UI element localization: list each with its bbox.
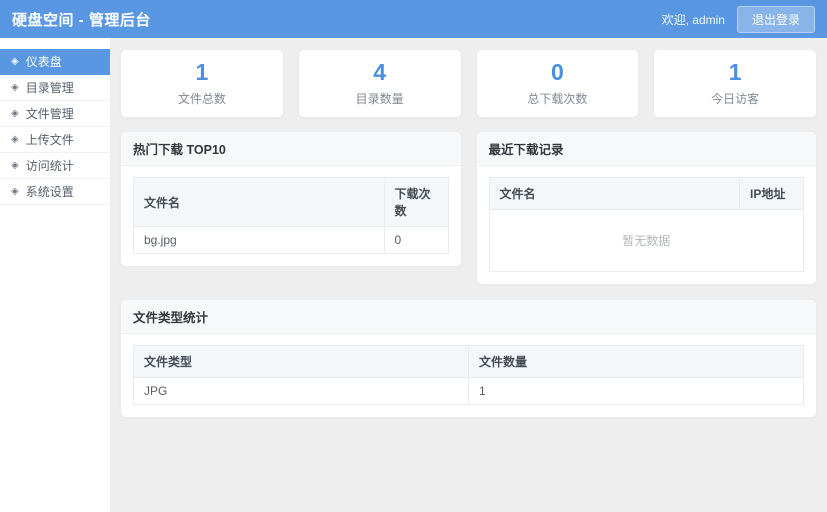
sidebar-item-label: 上传文件 bbox=[25, 133, 74, 147]
table-header-row: 文件名 IP地址 bbox=[488, 177, 804, 210]
main-layout: ◈ 仪表盘 ◈ 目录管理 ◈ 文件管理 ◈ 上传文件 ◈ 访问统计 ◈ 系统设置 1 文件总数 4 目录数量… bbox=[0, 38, 827, 512]
stat-value: 1 bbox=[728, 59, 742, 86]
diamond-icon: ◈ bbox=[11, 81, 19, 93]
sidebar-item-label: 仪表盘 bbox=[25, 55, 62, 69]
stat-label: 总下载次数 bbox=[527, 91, 588, 106]
stat-card-directory-count: 4 目录数量 bbox=[297, 49, 462, 118]
column-header: 文件类型 bbox=[133, 345, 469, 378]
app-title: 硬盘空间 - 管理后台 bbox=[12, 11, 151, 29]
column-header: 下载次数 bbox=[383, 177, 449, 227]
sidebar-item-label: 目录管理 bbox=[25, 81, 74, 95]
diamond-icon: ◈ bbox=[11, 185, 19, 197]
panel-title: 最近下载记录 bbox=[476, 132, 816, 166]
file-types-table: 文件类型 文件数量 JPG 1 bbox=[133, 345, 804, 405]
diamond-icon: ◈ bbox=[11, 133, 19, 145]
sidebar-item-upload-file[interactable]: ◈ 上传文件 bbox=[0, 127, 110, 153]
sidebar-item-directory-management[interactable]: ◈ 目录管理 bbox=[0, 75, 110, 101]
table-cell: 0 bbox=[383, 226, 449, 254]
content-area: 1 文件总数 4 目录数量 0 总下载次数 1 今日访客 热门下载 TOP10 文件名 下载次数… bbox=[110, 38, 827, 512]
column-header: IP地址 bbox=[739, 177, 804, 210]
stat-label: 今日访客 bbox=[711, 91, 760, 106]
sidebar-menu: ◈ 仪表盘 ◈ 目录管理 ◈ 文件管理 ◈ 上传文件 ◈ 访问统计 ◈ 系统设置 bbox=[0, 38, 110, 512]
table-row: bg.jpg 0 bbox=[133, 226, 449, 254]
table-cell: 1 bbox=[468, 377, 804, 405]
column-header: 文件名 bbox=[488, 177, 740, 210]
empty-state-text: 暂无数据 bbox=[488, 209, 804, 272]
panels-row: 热门下载 TOP10 文件名 下载次数 bg.jpg 0 最近下载记录 文件名 IP地址… bbox=[120, 131, 817, 285]
diamond-icon: ◈ bbox=[11, 107, 19, 119]
table-cell: bg.jpg bbox=[133, 226, 385, 254]
column-header: 文件名 bbox=[133, 177, 385, 227]
stat-value: 0 bbox=[550, 59, 564, 86]
stat-card-total-files: 1 文件总数 bbox=[120, 49, 284, 118]
stat-label: 目录数量 bbox=[355, 91, 404, 106]
hot-downloads-table: 文件名 下载次数 bg.jpg 0 bbox=[133, 177, 449, 254]
top-header: 硬盘空间 - 管理后台 欢迎, admin 退出登录 bbox=[0, 0, 827, 38]
table-row: JPG 1 bbox=[133, 377, 804, 405]
recent-downloads-table: 文件名 IP地址 暂无数据 bbox=[488, 177, 804, 272]
panel-body: 文件名 IP地址 暂无数据 bbox=[477, 166, 817, 284]
sidebar-item-file-management[interactable]: ◈ 文件管理 bbox=[0, 101, 110, 127]
panel-recent-downloads: 最近下载记录 文件名 IP地址 暂无数据 bbox=[475, 131, 817, 285]
sidebar-item-dashboard[interactable]: ◈ 仪表盘 bbox=[0, 49, 110, 75]
diamond-icon: ◈ bbox=[11, 55, 19, 67]
sidebar-item-system-settings[interactable]: ◈ 系统设置 bbox=[0, 179, 110, 205]
table-cell: JPG bbox=[133, 377, 469, 405]
diamond-icon: ◈ bbox=[11, 159, 19, 171]
stat-card-today-visitors: 1 今日访客 bbox=[653, 49, 817, 118]
stat-card-total-downloads: 0 总下载次数 bbox=[475, 49, 640, 118]
sidebar-item-label: 文件管理 bbox=[25, 107, 74, 121]
table-header-row: 文件类型 文件数量 bbox=[133, 345, 804, 378]
stats-row: 1 文件总数 4 目录数量 0 总下载次数 1 今日访客 bbox=[120, 49, 817, 118]
panel-title: 热门下载 TOP10 bbox=[121, 132, 461, 166]
table-header-row: 文件名 下载次数 bbox=[133, 177, 449, 227]
panel-file-types: 文件类型统计 文件类型 文件数量 JPG 1 bbox=[120, 299, 817, 418]
sidebar-item-visit-statistics[interactable]: ◈ 访问统计 bbox=[0, 153, 110, 179]
panel-body: 文件类型 文件数量 JPG 1 bbox=[121, 334, 816, 417]
logout-button[interactable]: 退出登录 bbox=[736, 5, 815, 33]
sidebar-item-label: 系统设置 bbox=[25, 185, 74, 199]
stat-value: 4 bbox=[373, 59, 387, 86]
sidebar-item-label: 访问统计 bbox=[25, 159, 74, 173]
column-header: 文件数量 bbox=[468, 345, 804, 378]
welcome-text: 欢迎, admin bbox=[661, 12, 725, 27]
stat-label: 文件总数 bbox=[177, 91, 226, 106]
panel-title: 文件类型统计 bbox=[121, 300, 816, 334]
stat-value: 1 bbox=[195, 59, 209, 86]
panel-body: 文件名 下载次数 bg.jpg 0 bbox=[121, 166, 461, 266]
panel-hot-downloads: 热门下载 TOP10 文件名 下载次数 bg.jpg 0 bbox=[120, 131, 462, 267]
header-right: 欢迎, admin 退出登录 bbox=[661, 5, 815, 33]
empty-row: 暂无数据 bbox=[488, 209, 804, 272]
